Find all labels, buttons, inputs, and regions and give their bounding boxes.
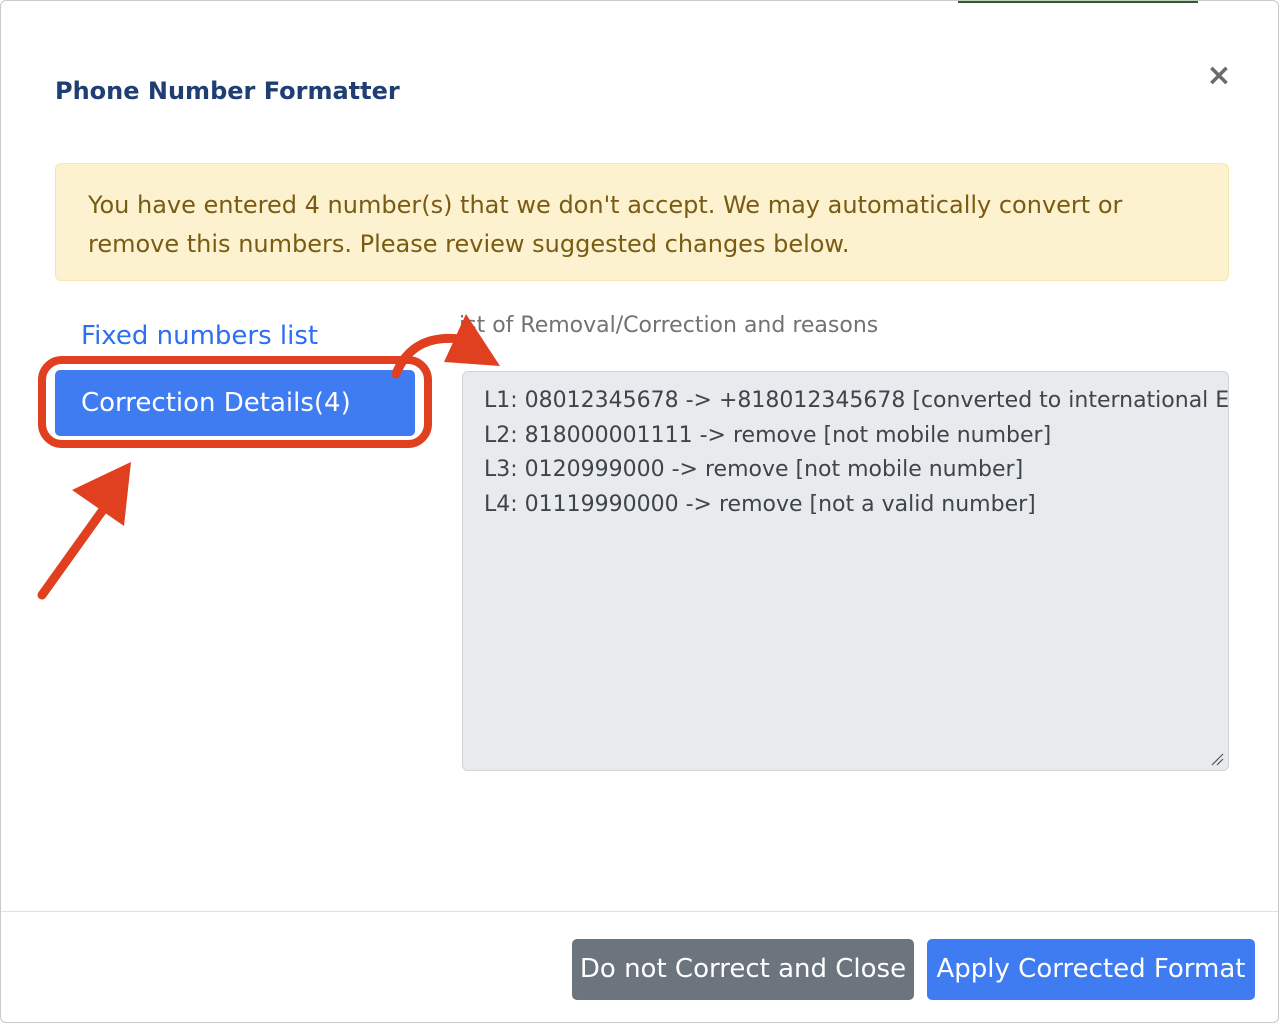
phone-formatter-modal: Phone Number Formatter × You have entere…	[0, 0, 1279, 1023]
modal-title: Phone Number Formatter	[55, 77, 400, 105]
details-line: L2: 818000001111 -> remove [not mobile n…	[484, 422, 1052, 448]
details-line: L1: 08012345678 -> +818012345678 [conver…	[484, 388, 1229, 413]
warning-alert: You have entered 4 number(s) that we don…	[55, 163, 1229, 281]
do-not-correct-button[interactable]: Do not Correct and Close	[572, 939, 914, 1000]
correction-details-textarea[interactable]: L1: 08012345678 -> +818012345678 [conver…	[462, 371, 1229, 771]
close-icon[interactable]: ×	[1204, 61, 1234, 91]
footer-divider	[1, 911, 1278, 912]
details-heading: ist of Removal/Correction and reasons	[459, 313, 879, 338]
tab-correction-details[interactable]: Correction Details(4)	[55, 370, 415, 436]
details-line: L4: 01119990000 -> remove [not a valid n…	[484, 491, 1036, 517]
resize-grip-icon[interactable]	[1210, 752, 1224, 766]
background-edge-accent	[958, 1, 1198, 3]
apply-corrected-format-button[interactable]: Apply Corrected Format	[927, 939, 1255, 1000]
tab-fixed-numbers-list[interactable]: Fixed numbers list	[81, 321, 318, 351]
alert-message: You have entered 4 number(s) that we don…	[88, 191, 1123, 258]
details-line: L3: 0120999000 -> remove [not mobile num…	[484, 457, 1024, 482]
